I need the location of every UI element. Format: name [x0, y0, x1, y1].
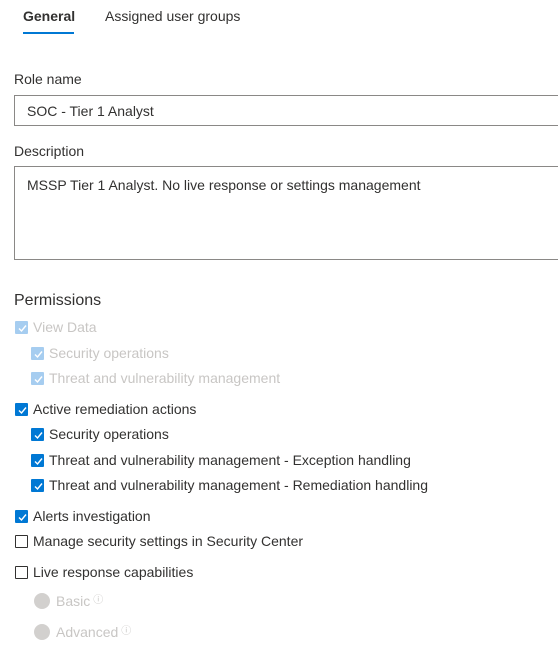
permission-view-data: View Data — [15, 318, 97, 336]
permission-view-security-operations: Security operations — [31, 344, 169, 362]
basic-radio — [34, 593, 50, 609]
permission-live-response[interactable]: Live response capabilities — [15, 563, 193, 581]
description-label: Description — [14, 143, 85, 159]
permission-active-remediation[interactable]: Active remediation actions — [15, 400, 196, 418]
view-tvm-label: Threat and vulnerability management — [49, 370, 281, 386]
alerts-investigation-checkbox[interactable] — [15, 509, 28, 523]
manage-security-settings-label: Manage security settings in Security Cen… — [33, 533, 304, 549]
live-response-basic-option: Basic ⓘ — [34, 592, 103, 610]
description-textarea[interactable]: MSSP Tier 1 Analyst. No live response or… — [14, 166, 558, 260]
remediation-security-operations-label: Security operations — [49, 426, 169, 442]
permission-alerts-investigation[interactable]: Alerts investigation — [15, 507, 151, 525]
info-icon: ⓘ — [121, 625, 132, 637]
live-response-label: Live response capabilities — [33, 564, 194, 580]
active-tab-indicator — [23, 32, 74, 34]
tab-general[interactable]: General — [23, 8, 75, 24]
info-icon: ⓘ — [93, 594, 104, 606]
tvm-exception-handling-label: Threat and vulnerability management - Ex… — [49, 452, 411, 468]
view-tvm-checkbox — [31, 371, 44, 385]
tvm-remediation-handling-checkbox[interactable] — [31, 478, 44, 492]
live-response-checkbox[interactable] — [15, 565, 28, 579]
active-remediation-checkbox[interactable] — [15, 402, 28, 416]
tab-assigned-user-groups[interactable]: Assigned user groups — [105, 8, 240, 24]
basic-label: Basic — [56, 593, 91, 609]
view-security-operations-checkbox — [31, 346, 44, 360]
role-name-label: Role name — [14, 71, 82, 87]
permission-view-tvm: Threat and vulnerability management — [31, 369, 280, 387]
tvm-remediation-handling-label: Threat and vulnerability management - Re… — [49, 477, 428, 493]
remediation-security-operations-checkbox[interactable] — [31, 427, 44, 441]
advanced-radio — [34, 624, 50, 640]
permission-manage-security-settings[interactable]: Manage security settings in Security Cen… — [15, 532, 303, 550]
permission-tvm-remediation-handling[interactable]: Threat and vulnerability management - Re… — [31, 476, 428, 494]
tvm-exception-handling-checkbox[interactable] — [31, 453, 44, 467]
alerts-investigation-label: Alerts investigation — [33, 508, 151, 524]
role-name-input[interactable] — [14, 95, 558, 126]
view-data-label: View Data — [33, 319, 97, 335]
permission-remediation-security-operations[interactable]: Security operations — [31, 425, 169, 443]
permissions-heading: Permissions — [14, 292, 102, 309]
permission-tvm-exception-handling[interactable]: Threat and vulnerability management - Ex… — [31, 451, 411, 469]
view-security-operations-label: Security operations — [49, 345, 169, 361]
live-response-advanced-option: Advanced ⓘ — [34, 623, 131, 641]
advanced-label: Advanced — [56, 624, 119, 640]
manage-security-settings-checkbox[interactable] — [15, 534, 28, 548]
view-data-checkbox — [15, 320, 28, 334]
active-remediation-label: Active remediation actions — [33, 401, 197, 417]
